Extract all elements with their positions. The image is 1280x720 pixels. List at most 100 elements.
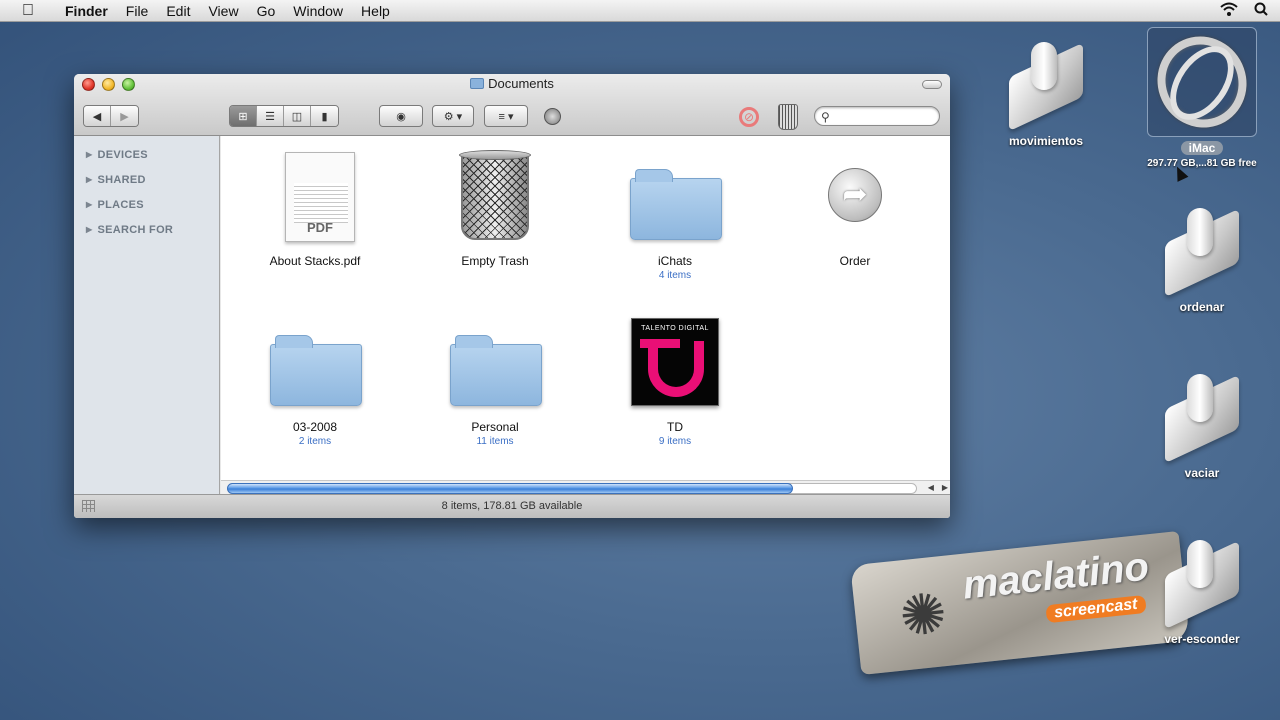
quick-look-button[interactable]: ◉ xyxy=(379,105,423,127)
sidebar-section-shared[interactable]: ▶ SHARED xyxy=(74,167,219,192)
desktop-icon-label: ver-esconder xyxy=(1164,632,1240,646)
desktop-icon-label: movimientos xyxy=(1008,134,1083,148)
file-name: iChats xyxy=(657,254,692,268)
file-name: Personal xyxy=(471,420,519,434)
gear-icon: ⚙ ▾ xyxy=(443,110,463,123)
folder-icon xyxy=(470,78,485,89)
column-view-button[interactable]: ◫ xyxy=(284,106,311,126)
hard-drive-icon xyxy=(1140,20,1264,144)
no-entry-icon[interactable]: ⊘ xyxy=(739,107,759,127)
file-name: Empty Trash xyxy=(461,254,529,268)
desktop-icon-movimientos[interactable]: movimientos xyxy=(986,36,1106,148)
menu-view[interactable]: View xyxy=(199,3,247,19)
pdf-document-icon: PDF xyxy=(265,148,365,248)
forward-button[interactable]: ▶ xyxy=(111,106,138,126)
spotlight-icon[interactable] xyxy=(1254,2,1268,19)
disclosure-triangle-icon[interactable]: ▶ xyxy=(86,200,92,209)
file-item-td[interactable]: TALENTO DIGITAL TD 9 items xyxy=(590,314,760,447)
folder-icon xyxy=(625,148,725,248)
list-view-button[interactable]: ☰ xyxy=(257,106,284,126)
item-count: 2 items xyxy=(298,436,332,447)
script-icon xyxy=(1003,36,1089,132)
arrange-menu-button[interactable]: ≡ ▾ xyxy=(484,105,528,127)
sidebar-section-places[interactable]: ▶ PLACES xyxy=(74,192,219,217)
menu-window[interactable]: Window xyxy=(284,3,352,19)
folder-icon xyxy=(265,314,365,414)
disclosure-triangle-icon[interactable]: ▶ xyxy=(86,175,92,184)
watermark-sub-text: screencast xyxy=(1045,594,1147,624)
script-icon xyxy=(1159,534,1245,630)
file-item-personal[interactable]: Personal 11 items xyxy=(410,314,580,447)
order-app-icon: ➦ xyxy=(805,148,905,248)
item-count: 4 items xyxy=(658,270,692,281)
sidebar-section-devices[interactable]: ▶ DEVICES xyxy=(74,142,219,167)
sidebar-section-search-for[interactable]: ▶ SEARCH FOR xyxy=(74,217,219,242)
order-toolbar-icon[interactable] xyxy=(544,108,561,125)
apple-icon[interactable]:  xyxy=(0,2,56,20)
status-bar: 8 items, 178.81 GB available xyxy=(74,494,950,518)
eye-icon: ◉ xyxy=(396,110,406,123)
coverflow-view-button[interactable]: ▮ xyxy=(311,106,338,126)
desktop-icon-imac[interactable]: iMac 297.77 GB,...81 GB free xyxy=(1140,20,1264,169)
menu-file[interactable]: File xyxy=(117,3,158,19)
menu-edit[interactable]: Edit xyxy=(157,3,199,19)
script-icon xyxy=(1159,202,1245,298)
menu-go[interactable]: Go xyxy=(248,3,285,19)
disk-space-label: 297.77 GB,...81 GB free xyxy=(1147,158,1257,169)
sidebar-section-label: DEVICES xyxy=(97,148,148,161)
td-logo-text: TALENTO DIGITAL xyxy=(641,325,709,332)
desktop-icon-label: vaciar xyxy=(1184,466,1220,480)
file-icon-grid: PDF About Stacks.pdf Empty Trash iChats … xyxy=(221,136,950,480)
file-item-ichats[interactable]: iChats 4 items xyxy=(590,148,760,281)
sidebar: ▶ DEVICES ▶ SHARED ▶ PLACES ▶ SEARCH FOR xyxy=(74,136,220,494)
horizontal-scrollbar[interactable]: ◀ ▶ xyxy=(221,480,950,494)
item-count: 11 items xyxy=(476,436,514,447)
file-item-empty-trash[interactable]: Empty Trash xyxy=(410,148,580,268)
menu-finder[interactable]: Finder xyxy=(56,3,117,19)
file-item-about-stacks[interactable]: PDF About Stacks.pdf xyxy=(230,148,400,268)
sidebar-section-label: PLACES xyxy=(97,198,144,211)
sidebar-section-label: SHARED xyxy=(97,173,146,186)
search-icon: ⚲ xyxy=(821,110,830,124)
icon-view-button[interactable]: ⊞ xyxy=(230,106,257,126)
finder-window: Documents ◀ ▶ ⊞ ☰ ◫ ▮ ◉ ⚙ ▾ ≡ ▾ ⊘ ⚲ ▶ DE… xyxy=(74,74,950,518)
file-name: 03-2008 xyxy=(292,420,338,434)
wifi-icon[interactable] xyxy=(1220,2,1238,19)
item-count: 9 items xyxy=(658,436,692,447)
desktop-icon-ver-esconder[interactable]: ver-esconder xyxy=(1142,534,1262,646)
file-item-03-2008[interactable]: 03-2008 2 items xyxy=(230,314,400,447)
molecule-icon: ✺ xyxy=(896,580,950,649)
scroll-right-arrow-icon[interactable]: ▶ xyxy=(942,481,948,495)
file-name: About Stacks.pdf xyxy=(269,254,361,268)
pdf-tag: PDF xyxy=(307,220,333,235)
window-toolbar: Documents ◀ ▶ ⊞ ☰ ◫ ▮ ◉ ⚙ ▾ ≡ ▾ ⊘ ⚲ xyxy=(74,74,950,136)
back-button[interactable]: ◀ xyxy=(84,106,111,126)
desktop-icon-ordenar[interactable]: ordenar xyxy=(1142,202,1262,314)
menu-bar:  Finder File Edit View Go Window Help xyxy=(0,0,1280,22)
search-field[interactable]: ⚲ xyxy=(814,106,940,126)
trash-icon xyxy=(445,148,545,248)
file-item-order[interactable]: ➦ Order xyxy=(770,148,940,268)
window-title: Documents xyxy=(74,76,950,91)
desktop-icon-label: ordenar xyxy=(1179,300,1225,314)
disclosure-triangle-icon[interactable]: ▶ xyxy=(86,150,92,159)
toolbar-toggle-button[interactable] xyxy=(922,80,942,89)
icon-size-toggle-icon[interactable] xyxy=(82,500,95,512)
disclosure-triangle-icon[interactable]: ▶ xyxy=(86,225,92,234)
td-image-icon: TALENTO DIGITAL xyxy=(625,314,725,414)
status-text: 8 items, 178.81 GB available xyxy=(441,500,583,512)
back-forward-control: ◀ ▶ xyxy=(83,105,139,127)
desktop-icon-label: iMac xyxy=(1180,141,1224,155)
menu-help[interactable]: Help xyxy=(352,3,399,19)
scroll-thumb[interactable] xyxy=(227,483,793,494)
action-menu-button[interactable]: ⚙ ▾ xyxy=(432,105,474,127)
file-name: TD xyxy=(667,420,683,434)
arrange-icon: ≡ ▾ xyxy=(498,110,514,123)
desktop-icon-vaciar[interactable]: vaciar xyxy=(1142,368,1262,480)
trash-toolbar-icon[interactable] xyxy=(778,104,798,130)
view-mode-control: ⊞ ☰ ◫ ▮ xyxy=(229,105,339,127)
scroll-left-arrow-icon[interactable]: ◀ xyxy=(928,481,934,495)
script-icon xyxy=(1159,368,1245,464)
watermark-logo: ✺ maclatino screencast xyxy=(850,531,1190,675)
sidebar-section-label: SEARCH FOR xyxy=(97,223,174,236)
